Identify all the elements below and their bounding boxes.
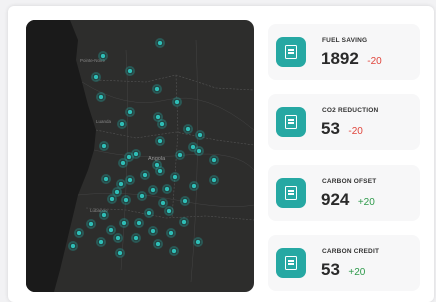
location-dot-icon[interactable]: [155, 114, 161, 120]
location-dot-icon[interactable]: [101, 212, 107, 218]
location-dot-icon[interactable]: [119, 121, 125, 127]
location-dot-icon[interactable]: [126, 154, 132, 160]
location-dot-icon[interactable]: [88, 221, 94, 227]
location-dot-icon[interactable]: [70, 243, 76, 249]
location-dot-icon[interactable]: [100, 53, 106, 59]
location-dot-icon[interactable]: [157, 168, 163, 174]
location-dot-icon[interactable]: [182, 198, 188, 204]
stat-card-co2-reduction[interactable]: CO2 REDUCTION 53 -20: [268, 94, 420, 150]
location-dot-icon[interactable]: [157, 40, 163, 46]
location-dot-icon[interactable]: [127, 68, 133, 74]
document-icon: [276, 248, 306, 278]
location-dot-icon[interactable]: [133, 151, 139, 157]
location-dot-icon[interactable]: [154, 86, 160, 92]
location-dot-icon[interactable]: [98, 94, 104, 100]
stat-delta: +20: [357, 197, 375, 208]
location-dot-icon[interactable]: [150, 228, 156, 234]
location-dot-icon[interactable]: [114, 189, 120, 195]
roads: [77, 39, 254, 283]
stat-label: CO2 REDUCTION: [322, 107, 379, 114]
stat-value: 924: [321, 190, 350, 209]
stat-value: 53: [321, 119, 340, 138]
location-dot-icon[interactable]: [115, 235, 121, 241]
location-dot-icon[interactable]: [117, 250, 123, 256]
stat-value: 53: [321, 260, 340, 279]
location-dot-icon[interactable]: [177, 152, 183, 158]
stat-label: CARBON OFSET: [322, 178, 377, 185]
marker-map[interactable]: Pointe-Noire Luanda Angola Lubango: [26, 20, 254, 292]
location-dot-icon[interactable]: [191, 183, 197, 189]
location-dot-icon[interactable]: [181, 219, 187, 225]
location-dot-icon[interactable]: [155, 241, 161, 247]
location-dot-icon[interactable]: [195, 239, 201, 245]
location-dot-icon[interactable]: [120, 160, 126, 166]
stat-delta: -20: [367, 56, 382, 67]
location-dot-icon[interactable]: [196, 148, 202, 154]
location-dot-icon[interactable]: [150, 187, 156, 193]
map-canvas[interactable]: Pointe-Noire Luanda Angola Lubango: [26, 20, 254, 292]
location-dot-icon[interactable]: [172, 174, 178, 180]
location-dot-icon[interactable]: [127, 177, 133, 183]
location-dot-icon[interactable]: [103, 176, 109, 182]
location-dot-icon[interactable]: [171, 248, 177, 254]
location-dot-icon[interactable]: [146, 210, 152, 216]
stat-label: FUEL SAVING: [322, 37, 368, 44]
stat-delta: +20: [348, 267, 366, 278]
location-dot-icon[interactable]: [166, 208, 172, 214]
location-dot-icon[interactable]: [118, 181, 124, 187]
stat-card-carbon-credit[interactable]: CARBON CREDIT 53 +20: [268, 235, 420, 291]
location-dot-icon[interactable]: [108, 227, 114, 233]
location-dot-icon[interactable]: [76, 230, 82, 236]
document-icon: [276, 107, 306, 137]
location-dot-icon[interactable]: [136, 220, 142, 226]
location-dot-icon[interactable]: [133, 235, 139, 241]
location-dot-icon[interactable]: [168, 230, 174, 236]
location-dot-icon[interactable]: [109, 196, 115, 202]
stat-delta: -20: [348, 126, 363, 137]
document-icon: [276, 37, 306, 67]
location-dot-icon[interactable]: [127, 109, 133, 115]
location-dot-icon[interactable]: [185, 126, 191, 132]
stat-value: 1892: [321, 49, 359, 68]
location-dot-icon[interactable]: [197, 132, 203, 138]
location-dot-icon[interactable]: [123, 197, 129, 203]
stat-card-carbon-offset[interactable]: CARBON OFSET 924 +20: [268, 165, 420, 221]
location-dot-icon[interactable]: [174, 99, 180, 105]
location-dot-icon[interactable]: [211, 177, 217, 183]
document-icon: [276, 178, 306, 208]
location-dot-icon[interactable]: [159, 121, 165, 127]
location-dot-icon[interactable]: [142, 172, 148, 178]
location-dot-icon[interactable]: [164, 186, 170, 192]
stat-card-fuel-saving[interactable]: FUEL SAVING 1892 -20: [268, 24, 420, 80]
location-dot-icon[interactable]: [211, 157, 217, 163]
place-label-luanda: Luanda: [96, 119, 112, 124]
stat-label: CARBON CREDIT: [322, 248, 380, 255]
location-dot-icon[interactable]: [101, 143, 107, 149]
location-dot-icon[interactable]: [139, 193, 145, 199]
location-dot-icon[interactable]: [121, 220, 127, 226]
location-dot-icon[interactable]: [157, 138, 163, 144]
location-dot-icon[interactable]: [93, 74, 99, 80]
location-dot-icon[interactable]: [160, 200, 166, 206]
location-dot-icon[interactable]: [98, 239, 104, 245]
